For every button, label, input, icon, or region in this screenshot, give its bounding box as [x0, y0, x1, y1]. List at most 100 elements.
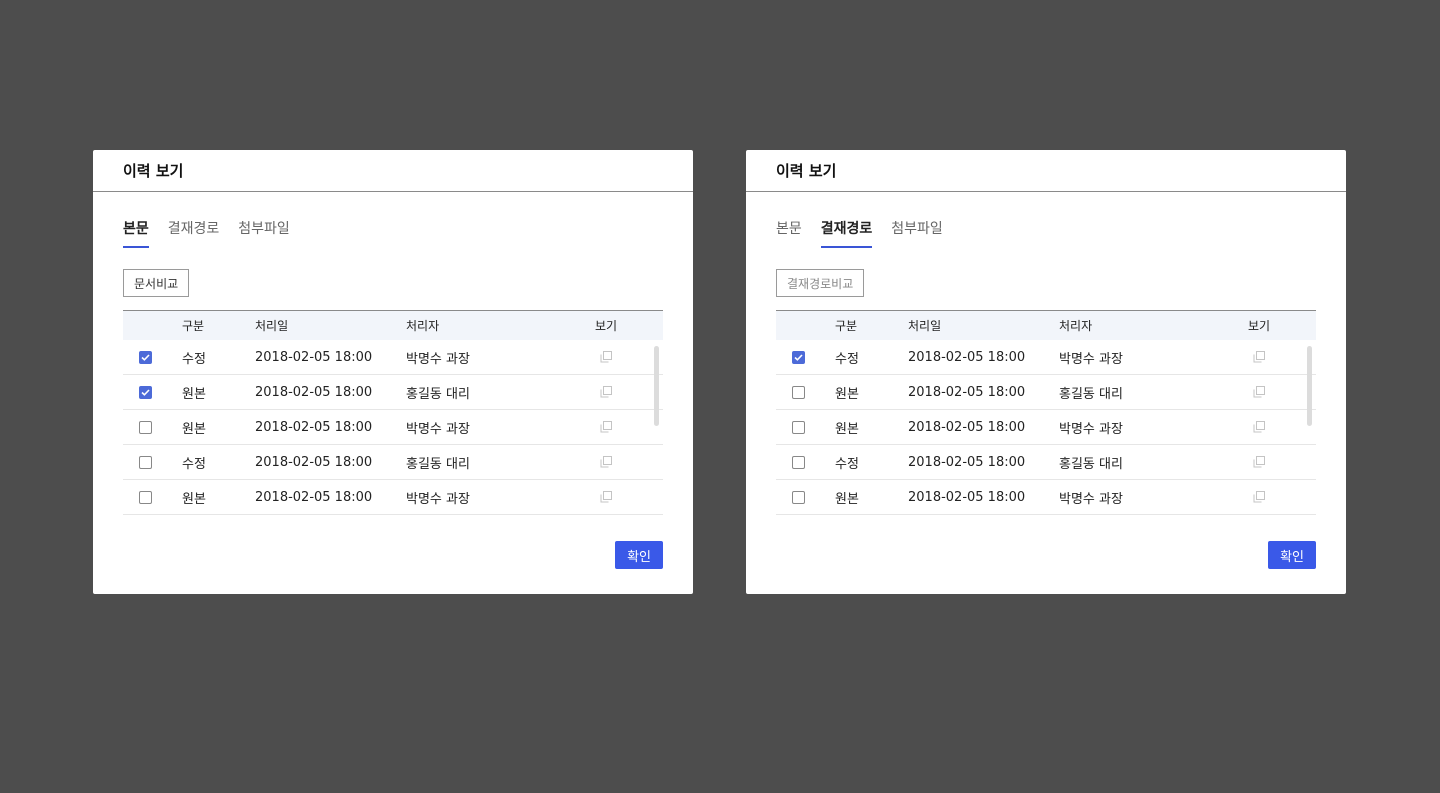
copy-icon[interactable]: [599, 385, 613, 399]
copy-icon[interactable]: [1252, 385, 1266, 399]
header-date: 처리일: [255, 319, 289, 333]
row-user: 홍길동 대리: [1059, 386, 1123, 402]
row-checkbox[interactable]: [139, 385, 152, 399]
table-row: 원본 2018-02-05 18:00 박명수 과장: [123, 480, 663, 515]
row-type: 원본: [182, 491, 206, 507]
row-view-cell: [1229, 350, 1289, 364]
scrollbar[interactable]: [1307, 346, 1312, 426]
row-view-cell: [576, 350, 636, 364]
tab-attachments[interactable]: 첨부파일: [238, 218, 290, 248]
row-date: 2018-02-05 18:00: [908, 489, 1026, 505]
dialog-header: 이력 보기: [93, 150, 693, 192]
row-type: 원본: [182, 421, 206, 437]
row-check-cell: [123, 490, 182, 504]
copy-icon[interactable]: [1252, 350, 1266, 364]
row-checkbox[interactable]: [792, 490, 805, 504]
compare-approval-path-button[interactable]: 결재경로비교: [776, 269, 865, 297]
confirm-button[interactable]: 확인: [1268, 541, 1316, 569]
row-user: 박명수 과장: [406, 351, 470, 367]
row-checkbox[interactable]: [139, 455, 152, 469]
copy-icon[interactable]: [599, 490, 613, 504]
row-user: 홍길동 대리: [406, 456, 470, 472]
row-date: 2018-02-05 18:00: [255, 419, 373, 435]
row-user: 박명수 과장: [1059, 351, 1123, 367]
row-date: 2018-02-05 18:00: [908, 419, 1026, 435]
check-icon: [794, 353, 803, 361]
table-body: 수정 2018-02-05 18:00 박명수 과장 원본 2018-02-05 18:…: [776, 340, 1316, 515]
table-row: 수정 2018-02-05 18:00 홍길동 대리: [123, 445, 663, 480]
row-check-cell: [776, 350, 835, 364]
row-user: 홍길동 대리: [1059, 456, 1123, 472]
row-checkbox[interactable]: [792, 455, 805, 469]
row-user: 박명수 과장: [406, 421, 470, 437]
row-view-cell: [1229, 490, 1289, 504]
copy-icon[interactable]: [1252, 420, 1266, 434]
row-checkbox[interactable]: [139, 350, 152, 364]
history-table: 구분 처리일 처리자 보기 수정 2018-02-05 18:00 박명수 과장 원본…: [123, 310, 663, 515]
row-date: 2018-02-05 18:00: [255, 384, 373, 400]
tab-approval-path[interactable]: 결재경로: [168, 218, 220, 248]
header-type: 구분: [835, 319, 858, 333]
row-type: 수정: [835, 456, 859, 472]
row-check-cell: [123, 420, 182, 434]
table-row: 원본 2018-02-05 18:00 홍길동 대리: [123, 375, 663, 410]
row-checkbox[interactable]: [139, 420, 152, 434]
header-type: 구분: [182, 319, 205, 333]
row-view-cell: [1229, 420, 1289, 434]
row-type: 원본: [835, 491, 859, 507]
row-view-cell: [576, 385, 636, 399]
row-date: 2018-02-05 18:00: [255, 489, 373, 505]
table-row: 수정 2018-02-05 18:00 박명수 과장: [776, 340, 1316, 375]
row-check-cell: [776, 385, 835, 399]
row-check-cell: [776, 490, 835, 504]
row-check-cell: [776, 455, 835, 469]
row-checkbox[interactable]: [792, 420, 805, 434]
row-check-cell: [123, 455, 182, 469]
row-check-cell: [123, 350, 182, 364]
row-type: 수정: [182, 456, 206, 472]
confirm-button[interactable]: 확인: [615, 541, 663, 569]
row-type: 원본: [182, 386, 206, 402]
header-view: 보기: [594, 319, 618, 333]
header-user: 처리자: [1059, 319, 1093, 333]
check-icon: [141, 388, 150, 396]
row-view-cell: [1229, 455, 1289, 469]
tab-body[interactable]: 본문: [776, 218, 802, 248]
tab-bar: 본문 결재경로 첨부파일: [776, 218, 943, 248]
row-user: 박명수 과장: [1059, 491, 1123, 507]
row-type: 수정: [835, 351, 859, 367]
row-checkbox[interactable]: [792, 385, 805, 399]
row-user: 홍길동 대리: [406, 386, 470, 402]
history-dialog-right: 이력 보기 본문 결재경로 첨부파일 결재경로비교 구분 처리일 처리자 보기 …: [746, 150, 1346, 594]
copy-icon[interactable]: [599, 420, 613, 434]
header-view: 보기: [1247, 319, 1271, 333]
tab-body[interactable]: 본문: [123, 218, 149, 248]
tab-attachments[interactable]: 첨부파일: [891, 218, 943, 248]
row-date: 2018-02-05 18:00: [255, 349, 373, 365]
table-row: 원본 2018-02-05 18:00 홍길동 대리: [776, 375, 1316, 410]
row-date: 2018-02-05 18:00: [908, 454, 1026, 470]
scrollbar[interactable]: [654, 346, 659, 426]
compare-document-button[interactable]: 문서비교: [123, 269, 190, 297]
dialog-header: 이력 보기: [746, 150, 1346, 192]
tab-approval-path[interactable]: 결재경로: [820, 218, 873, 248]
table-header: 구분 처리일 처리자 보기: [123, 310, 663, 340]
row-view-cell: [1229, 385, 1289, 399]
copy-icon[interactable]: [599, 350, 613, 364]
copy-icon[interactable]: [1252, 455, 1266, 469]
history-table: 구분 처리일 처리자 보기 수정 2018-02-05 18:00 박명수 과장 원본…: [776, 310, 1316, 515]
row-check-cell: [776, 420, 835, 434]
dialog-title: 이력 보기: [776, 162, 837, 180]
copy-icon[interactable]: [599, 455, 613, 469]
copy-icon[interactable]: [1252, 490, 1266, 504]
table-header: 구분 처리일 처리자 보기: [776, 310, 1316, 340]
row-type: 원본: [835, 421, 859, 437]
history-dialog-left: 이력 보기 본문 결재경로 첨부파일 문서비교 구분 처리일 처리자 보기 수정…: [93, 150, 693, 594]
row-date: 2018-02-05 18:00: [908, 349, 1026, 365]
row-checkbox[interactable]: [792, 350, 805, 364]
row-date: 2018-02-05 18:00: [255, 454, 373, 470]
row-checkbox[interactable]: [139, 490, 152, 504]
header-user: 처리자: [406, 319, 440, 333]
table-row: 원본 2018-02-05 18:00 박명수 과장: [123, 410, 663, 445]
row-view-cell: [576, 490, 636, 504]
